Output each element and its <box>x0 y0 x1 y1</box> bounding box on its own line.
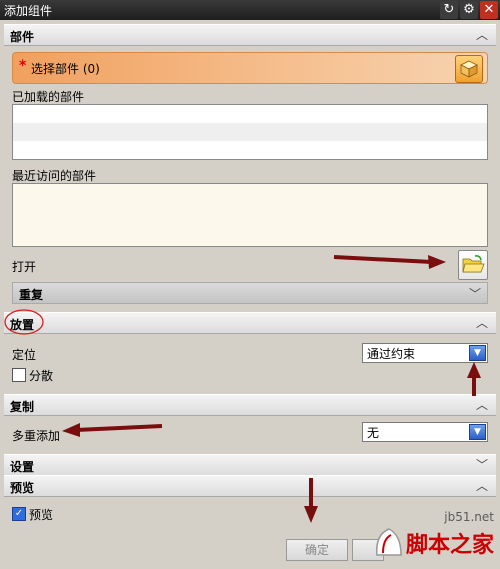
chevron-up-icon: ︿ <box>475 398 488 412</box>
scatter-checkbox[interactable] <box>12 368 26 382</box>
dropdown-arrow-icon[interactable]: ▼ <box>469 345 486 361</box>
section-title-copy: 复制 <box>10 400 35 414</box>
position-label: 定位 <box>12 348 37 362</box>
section-header-settings[interactable]: 设置 ﹀ <box>4 454 496 476</box>
select-part-button[interactable] <box>455 55 483 83</box>
recent-parts-label: 最近访问的部件 <box>12 169 97 183</box>
position-select[interactable]: 通过约束 ▼ <box>362 343 488 363</box>
section-title-parts: 部件 <box>10 30 35 44</box>
chevron-down-icon: ﹀ <box>475 458 488 472</box>
list-item[interactable] <box>13 105 487 123</box>
position-value: 通过约束 <box>367 347 416 361</box>
gear-icon[interactable]: ⚙ <box>460 1 478 19</box>
preview-label: 预览 <box>29 508 54 522</box>
dropdown-arrow-icon[interactable]: ▼ <box>469 424 486 440</box>
section-header-copy[interactable]: 复制 ︿ <box>4 394 496 416</box>
section-header-preview[interactable]: 预览 ︿ <box>4 475 496 497</box>
duplicate-label: 重复 <box>19 288 44 302</box>
duplicate-subsection[interactable]: 重复 ﹀ <box>12 282 488 304</box>
multi-add-value: 无 <box>367 426 380 440</box>
open-folder-button[interactable] <box>458 250 488 280</box>
ok-button[interactable]: 确定 <box>286 539 348 561</box>
required-asterisk-icon: * <box>19 58 27 74</box>
list-item[interactable] <box>13 141 487 159</box>
section-title-placement: 放置 <box>10 318 35 332</box>
list-item[interactable] <box>13 123 487 141</box>
close-icon[interactable]: ✕ <box>480 1 498 19</box>
watermark-url: jb51.net <box>444 510 494 524</box>
section-header-parts[interactable]: 部件 ︿ <box>4 24 496 46</box>
section-header-placement[interactable]: 放置 ︿ <box>4 312 496 334</box>
chevron-up-icon: ︿ <box>475 316 488 330</box>
loaded-parts-list[interactable] <box>12 104 488 160</box>
scatter-label: 分散 <box>29 369 54 383</box>
recent-parts-list[interactable] <box>12 183 488 247</box>
refresh-icon[interactable]: ↻ <box>440 1 458 19</box>
select-part-bar[interactable]: * 选择部件 (0) <box>12 52 488 84</box>
chevron-up-icon: ︿ <box>475 28 488 42</box>
folder-open-icon <box>462 255 485 273</box>
multi-add-select[interactable]: 无 ▼ <box>362 422 488 442</box>
open-label: 打开 <box>12 260 37 274</box>
preview-checkbox[interactable]: ✓ <box>12 507 26 521</box>
watermark-text: 脚本之家 <box>405 533 494 558</box>
title-bar: 添加组件 ↻ ⚙ ✕ <box>0 0 500 20</box>
cube-icon <box>460 60 478 78</box>
loaded-parts-label: 已加载的部件 <box>12 90 85 104</box>
section-title-settings: 设置 <box>10 460 35 474</box>
select-part-label: 选择部件 (0) <box>31 62 100 76</box>
chevron-down-icon: ﹀ <box>468 287 481 301</box>
dialog-panel: 部件 ︿ * 选择部件 (0) 已加载的部件 最近访问的部件 打开 重复 ﹀ 放… <box>0 20 500 569</box>
watermark-logo-icon <box>376 528 402 556</box>
window-title: 添加组件 <box>4 4 53 18</box>
multi-add-label: 多重添加 <box>12 429 61 443</box>
section-title-preview: 预览 <box>10 481 35 495</box>
chevron-up-icon: ︿ <box>475 479 488 493</box>
